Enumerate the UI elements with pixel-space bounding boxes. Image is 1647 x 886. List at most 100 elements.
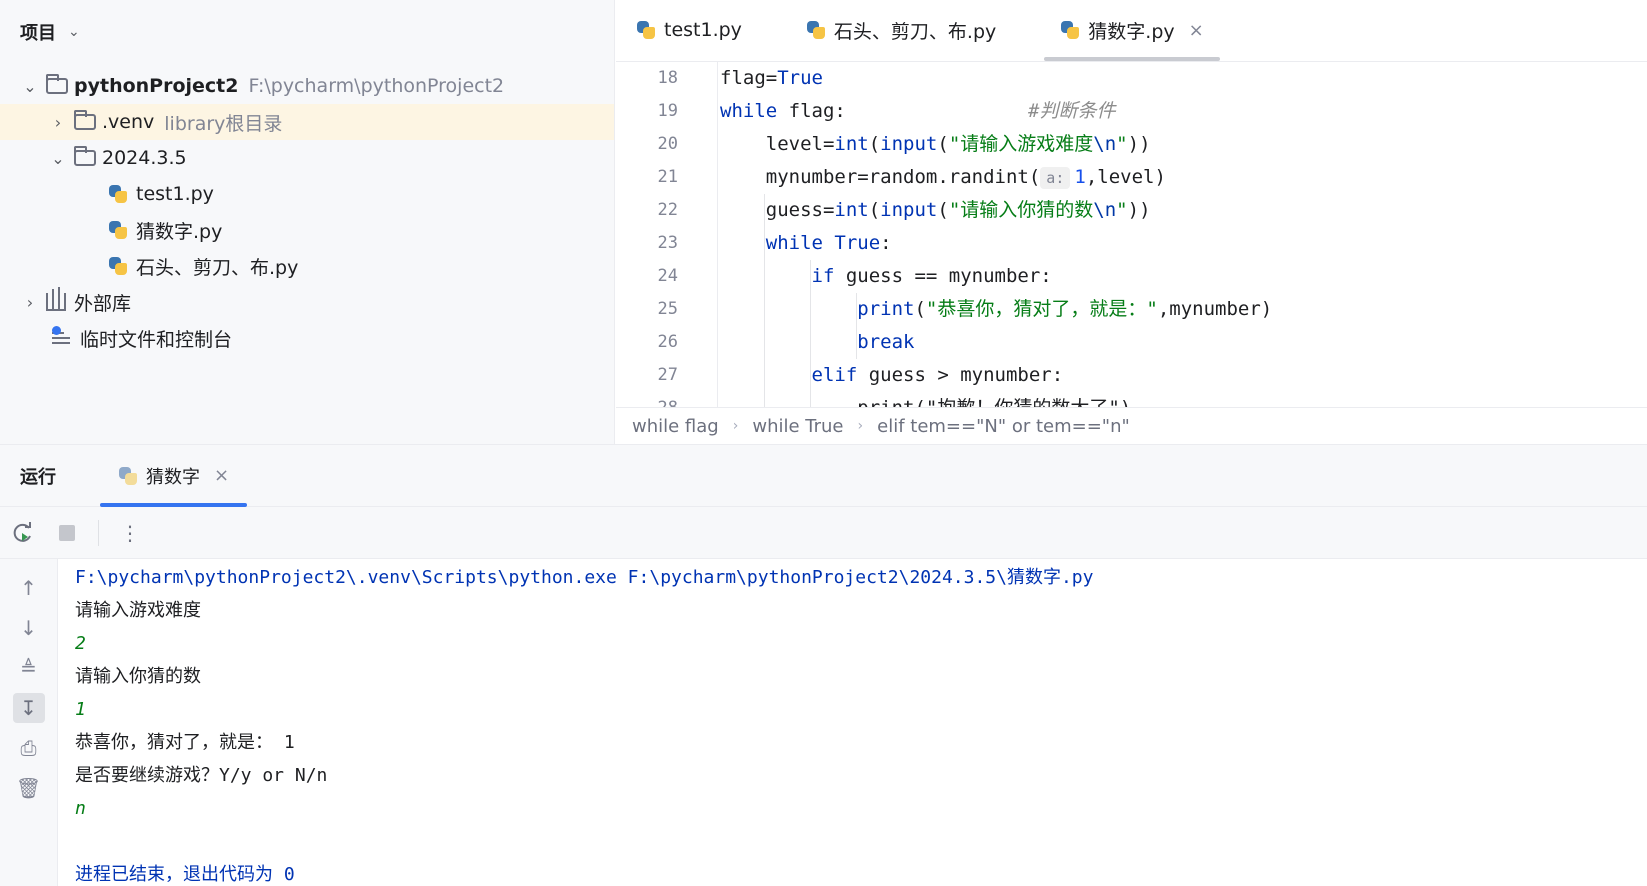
print-icon[interactable]: ⎙ xyxy=(13,733,45,763)
code-line: if guess == mynumber: xyxy=(720,265,1052,287)
tree-item-label: test1.py xyxy=(136,183,214,205)
console-line: 恭喜你，猜对了，就是： 1 xyxy=(75,732,295,753)
python-file-icon xyxy=(636,20,656,40)
breadcrumb: while flag › while True › elif tem=="N" … xyxy=(616,407,1647,444)
project-header-label: 项目 xyxy=(20,23,56,44)
run-tab-guess-number[interactable]: 猜数字 × xyxy=(100,445,248,507)
code-line: level=int(input("请输入游戏难度\n")) xyxy=(720,133,1151,155)
tree-item-label: 临时文件和控制台 xyxy=(80,328,233,351)
chevron-right-icon[interactable]: › xyxy=(20,293,40,312)
breadcrumb-item[interactable]: while True xyxy=(752,416,843,437)
tree-item-project-root[interactable]: ⌄ pythonProject2 F:\pycharm\pythonProjec… xyxy=(0,68,614,104)
python-file-icon xyxy=(108,220,128,240)
line-number: 21 xyxy=(657,167,678,187)
tree-item-label: .venv xyxy=(102,111,155,133)
console-line: 请输入游戏难度 xyxy=(75,600,201,621)
chevron-down-icon[interactable]: ⌄ xyxy=(68,24,80,40)
line-number: 27 xyxy=(657,365,678,385)
project-panel: 项目 ⌄ ⌄ pythonProject2 F:\pycharm\pythonP… xyxy=(0,0,615,444)
code-line: while True: xyxy=(720,232,892,254)
tree-item-label: 石头、剪刀、布.py xyxy=(136,256,299,279)
code-line: flag=True xyxy=(720,67,823,89)
editor-tabs: test1.py 石头、剪刀、布.py 猜数字.py × xyxy=(616,0,1647,62)
console-line: 请输入你猜的数 xyxy=(75,666,201,687)
line-number: 18 xyxy=(657,68,678,88)
console-output[interactable]: F:\pycharm\pythonProject2\.venv\Scripts\… xyxy=(75,559,1647,886)
code-line: while flag: #判断条件 xyxy=(720,100,1116,122)
tab-test1[interactable]: test1.py xyxy=(636,0,758,61)
tab-guess-number[interactable]: 猜数字.py × xyxy=(1044,0,1221,61)
chevron-down-icon[interactable]: ⌄ xyxy=(20,77,40,96)
scratch-file-icon xyxy=(52,326,72,347)
code-line: print("恭喜你，猜对了，就是：",mynumber) xyxy=(720,298,1273,320)
python-file-icon xyxy=(108,184,128,204)
parameter-hint: a: xyxy=(1040,167,1071,189)
ide-window: 项目 ⌄ ⌄ pythonProject2 F:\pycharm\pythonP… xyxy=(0,0,1647,886)
code-line: print("抱歉！你猜的数大了") xyxy=(720,392,1647,407)
stop-icon[interactable] xyxy=(54,520,80,546)
editor: test1.py 石头、剪刀、布.py 猜数字.py × 18 19 20 21… xyxy=(616,0,1647,444)
breadcrumb-item[interactable]: while flag xyxy=(632,416,719,437)
python-file-icon xyxy=(1060,20,1080,40)
run-header: 运行 猜数字 × xyxy=(0,445,1647,507)
python-file-icon xyxy=(108,256,128,276)
close-icon[interactable]: × xyxy=(1189,20,1204,41)
tree-item-venv[interactable]: › .venv library根目录 xyxy=(0,104,614,140)
exit-code: 0 xyxy=(283,864,295,885)
line-number: 25 xyxy=(657,299,678,319)
folder-icon xyxy=(74,146,96,166)
tree-item-rock-paper-scissors[interactable]: 石头、剪刀、布.py xyxy=(0,248,614,284)
tree-item-label: 猜数字.py xyxy=(136,220,223,243)
toolbar-divider xyxy=(98,519,99,546)
console-line: 是否要继续游戏？Y/y or N/n xyxy=(75,765,328,786)
line-number: 26 xyxy=(657,332,678,352)
more-options-icon[interactable]: ⋮ xyxy=(117,520,143,546)
folder-icon xyxy=(46,74,68,94)
run-tool-window: 运行 猜数字 × ⋮ ↑ ↓ ≜ ↧ ⎙ 🗑 F:\pycharm\python… xyxy=(0,444,1647,886)
console-side-toolbar: ↑ ↓ ≜ ↧ ⎙ 🗑 xyxy=(0,559,58,886)
arrow-down-icon[interactable]: ↓ xyxy=(13,613,45,643)
tree-item-scratches[interactable]: 临时文件和控制台 xyxy=(0,320,614,356)
code-lines: flag=True while flag: #判断条件 level=int(inp… xyxy=(720,62,1647,407)
close-icon[interactable]: × xyxy=(214,465,229,486)
tree-item-path: F:\pycharm\pythonProject2 xyxy=(248,75,505,97)
line-gutter: 18 19 20 21 22 23 24 25 26 27 28 xyxy=(616,62,716,407)
scroll-to-end-icon[interactable]: ↧ xyxy=(12,693,45,723)
chevron-down-icon[interactable]: ⌄ xyxy=(48,149,68,168)
project-tree: ⌄ pythonProject2 F:\pycharm\pythonProjec… xyxy=(0,68,614,356)
gutter-divider xyxy=(717,62,718,407)
run-tab-label: 猜数字 xyxy=(146,466,200,488)
code-line: mynumber=random.randint(a: 1,level) xyxy=(720,166,1166,189)
console-input-line: 1 xyxy=(75,699,86,720)
chevron-right-icon[interactable]: › xyxy=(48,113,68,132)
python-file-icon xyxy=(118,466,138,486)
tree-item-note: library根目录 xyxy=(164,112,283,135)
soft-wrap-icon[interactable]: ≜ xyxy=(13,653,45,683)
tree-item-guess-number[interactable]: 猜数字.py xyxy=(0,212,614,248)
run-title: 运行 xyxy=(20,466,56,488)
line-number: 19 xyxy=(657,101,678,121)
line-number: 23 xyxy=(657,233,678,253)
console-input-line: n xyxy=(75,798,86,819)
tab-rock-paper-scissors[interactable]: 石头、剪刀、布.py xyxy=(806,0,1012,61)
line-number: 20 xyxy=(657,134,678,154)
code-area[interactable]: 18 19 20 21 22 23 24 25 26 27 28 flag=Tr… xyxy=(616,62,1647,407)
tab-label: 石头、剪刀、布.py xyxy=(833,20,997,43)
console-input-line: 2 xyxy=(75,633,86,654)
breadcrumb-item[interactable]: elif tem=="N" or tem=="n" xyxy=(877,416,1130,437)
rerun-icon[interactable] xyxy=(10,520,36,546)
tree-item-test1[interactable]: test1.py xyxy=(0,176,614,212)
arrow-up-icon[interactable]: ↑ xyxy=(13,573,45,603)
tree-item-folder-2024[interactable]: ⌄ 2024.3.5 xyxy=(0,140,614,176)
code-line: elif guess > mynumber: xyxy=(720,364,1064,386)
line-number: 24 xyxy=(657,266,678,286)
tree-item-label: 2024.3.5 xyxy=(102,147,187,169)
trash-icon[interactable]: 🗑 xyxy=(13,773,45,803)
python-file-icon xyxy=(806,20,826,40)
tree-item-external-libraries[interactable]: › 外部库 xyxy=(0,284,614,320)
run-toolbar: ⋮ xyxy=(0,507,1647,559)
project-header[interactable]: 项目 ⌄ xyxy=(0,0,614,64)
chevron-right-icon: › xyxy=(857,418,864,434)
tree-item-label: pythonProject2 xyxy=(74,75,239,97)
